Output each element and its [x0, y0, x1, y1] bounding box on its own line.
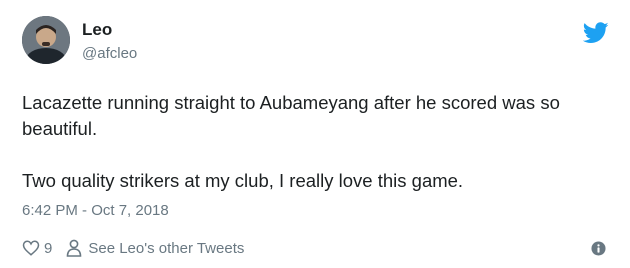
tweet-timestamp[interactable]: 6:42 PM - Oct 7, 2018 — [22, 202, 169, 219]
person-icon[interactable] — [66, 239, 82, 257]
user-display-name[interactable]: Leo — [82, 20, 112, 40]
tweet-paragraph: Lacazette running straight to Aubameyang… — [22, 92, 560, 139]
info-icon[interactable] — [591, 241, 606, 256]
like-count[interactable]: 9 — [44, 240, 52, 257]
user-handle[interactable]: @afcleo — [82, 45, 137, 62]
embedded-tweet-card: Leo @afcleo Lacazette running straight t… — [0, 0, 630, 268]
see-other-tweets-link[interactable]: See Leo's other Tweets — [88, 240, 244, 257]
tweet-paragraph: Two quality strikers at my club, I reall… — [22, 170, 464, 191]
twitter-bird-icon[interactable] — [583, 22, 609, 44]
tweet-text: Lacazette running straight to Aubameyang… — [22, 90, 612, 194]
heart-icon[interactable] — [22, 239, 40, 257]
tweet-actions: 9 See Leo's other Tweets — [22, 237, 244, 259]
avatar[interactable] — [22, 16, 70, 64]
